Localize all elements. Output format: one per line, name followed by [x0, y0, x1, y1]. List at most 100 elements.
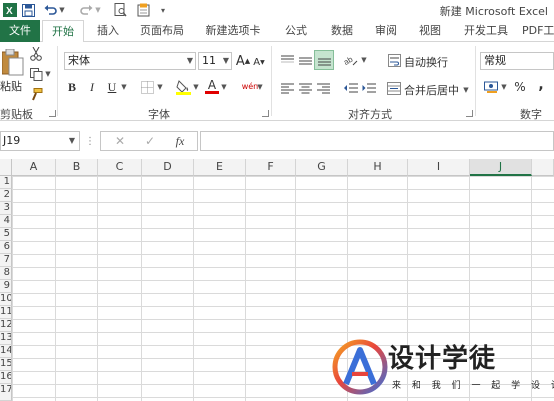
- align-top-icon[interactable]: [278, 52, 296, 68]
- font-name-combo[interactable]: 宋体 ▼: [64, 52, 196, 70]
- row-header-11[interactable]: 11: [0, 306, 12, 319]
- wrap-text-icon[interactable]: [386, 52, 402, 68]
- column-header-i[interactable]: I: [408, 159, 470, 176]
- customize-icon[interactable]: ▾: [158, 2, 168, 18]
- row-header-6[interactable]: 6: [0, 241, 12, 254]
- column-header-k[interactable]: [532, 159, 554, 176]
- name-box[interactable]: J19 ▼: [0, 131, 80, 151]
- copy-icon[interactable]: [28, 66, 44, 82]
- font-color-dropdown-icon[interactable]: ▼: [220, 80, 228, 94]
- row-header-3[interactable]: 3: [0, 202, 12, 215]
- alignment-launcher-icon[interactable]: [466, 110, 473, 117]
- formula-input[interactable]: [200, 131, 554, 151]
- tab-insert[interactable]: 插入: [88, 20, 128, 42]
- fill-color-icon[interactable]: [174, 78, 192, 96]
- row-header-7[interactable]: 7: [0, 254, 12, 267]
- insert-function-icon[interactable]: fx: [171, 133, 189, 149]
- column-header-g[interactable]: G: [296, 159, 348, 176]
- row-header-13[interactable]: 13: [0, 332, 12, 345]
- align-middle-icon[interactable]: [296, 52, 314, 68]
- save-icon[interactable]: [20, 2, 36, 18]
- row-header-12[interactable]: 12: [0, 319, 12, 332]
- row-header-16[interactable]: 16: [0, 371, 12, 384]
- shrink-font-button[interactable]: A ▼: [252, 54, 266, 70]
- row-header-2[interactable]: 2: [0, 189, 12, 202]
- borders-icon[interactable]: [138, 79, 156, 95]
- redo-icon[interactable]: [78, 2, 94, 18]
- underline-dropdown-icon[interactable]: ▼: [120, 80, 128, 94]
- tab-review[interactable]: 审阅: [366, 20, 406, 42]
- italic-button[interactable]: I: [84, 78, 100, 96]
- phonetic-dropdown-icon[interactable]: ▼: [256, 80, 264, 94]
- comma-style-button[interactable]: ,: [534, 76, 548, 94]
- enter-icon[interactable]: ✓: [141, 133, 159, 149]
- tab-data[interactable]: 数据: [322, 20, 362, 42]
- align-left-icon[interactable]: [278, 80, 296, 96]
- font-name-value: 宋体: [68, 54, 90, 67]
- row-header-5[interactable]: 5: [0, 228, 12, 241]
- column-header-d[interactable]: D: [142, 159, 194, 176]
- column-header-f[interactable]: F: [246, 159, 296, 176]
- number-format-combo[interactable]: 常规: [480, 52, 554, 70]
- percent-button[interactable]: %: [512, 78, 528, 96]
- wrap-text-button[interactable]: 自动换行: [404, 54, 448, 70]
- merge-center-button[interactable]: 合并后居中: [404, 82, 459, 98]
- tab-developer[interactable]: 开发工具: [458, 20, 514, 42]
- align-right-icon[interactable]: [314, 80, 332, 96]
- column-header-e[interactable]: E: [194, 159, 246, 176]
- font-color-button[interactable]: A: [204, 77, 220, 95]
- undo-dropdown-icon[interactable]: ▼: [58, 2, 66, 18]
- bold-button[interactable]: B: [64, 78, 80, 96]
- align-bottom-icon[interactable]: [314, 50, 334, 70]
- format-painter-icon[interactable]: [28, 86, 44, 102]
- tab-page-layout[interactable]: 页面布局: [134, 20, 190, 42]
- column-header-b[interactable]: B: [56, 159, 98, 176]
- borders-dropdown-icon[interactable]: ▼: [156, 80, 164, 94]
- tab-new-tab[interactable]: 新建选项卡: [198, 20, 268, 42]
- paste-icon[interactable]: [0, 48, 26, 78]
- tab-home[interactable]: 开始: [42, 20, 84, 43]
- cancel-icon[interactable]: ✕: [111, 133, 129, 149]
- grid-line: [97, 176, 98, 401]
- accounting-format-icon[interactable]: [482, 78, 500, 96]
- clipboard-launcher-icon[interactable]: [49, 110, 56, 117]
- merge-center-icon[interactable]: [386, 80, 402, 96]
- column-header-h[interactable]: H: [348, 159, 408, 176]
- increase-indent-icon[interactable]: [360, 80, 378, 96]
- column-header-j[interactable]: J: [470, 159, 532, 176]
- grow-font-button[interactable]: A ▲: [236, 52, 250, 70]
- copy-dropdown-icon[interactable]: ▼: [44, 68, 52, 80]
- font-size-combo[interactable]: 11 ▼: [198, 52, 232, 70]
- align-center-icon[interactable]: [296, 80, 314, 96]
- row-header-9[interactable]: 9: [0, 280, 12, 293]
- redo-dropdown-icon[interactable]: ▼: [94, 2, 102, 18]
- undo-icon[interactable]: [42, 2, 58, 18]
- select-all-corner[interactable]: [0, 159, 12, 176]
- formula-bar-grip-icon[interactable]: ⋮: [85, 133, 95, 149]
- paste-button-label[interactable]: 粘贴: [0, 78, 22, 94]
- row-header-10[interactable]: 10: [0, 293, 12, 306]
- column-header-c[interactable]: C: [98, 159, 142, 176]
- tab-file[interactable]: 文件: [0, 20, 40, 42]
- row-header-17[interactable]: 17: [0, 384, 12, 401]
- underline-button[interactable]: U: [104, 78, 120, 96]
- font-launcher-icon[interactable]: [262, 110, 269, 117]
- decrease-indent-icon[interactable]: [342, 80, 360, 96]
- column-header-a[interactable]: A: [12, 159, 56, 176]
- fill-color-dropdown-icon[interactable]: ▼: [192, 80, 200, 94]
- row-header-14[interactable]: 14: [0, 345, 12, 358]
- tab-pdf[interactable]: PDF工: [522, 20, 554, 42]
- row-header-4[interactable]: 4: [0, 215, 12, 228]
- orientation-dropdown-icon[interactable]: ▼: [360, 54, 368, 66]
- row-header-15[interactable]: 15: [0, 358, 12, 371]
- print-preview-icon[interactable]: [112, 2, 128, 18]
- orientation-icon[interactable]: ab: [342, 51, 360, 69]
- merge-dropdown-icon[interactable]: ▼: [462, 84, 470, 96]
- cut-icon[interactable]: [28, 46, 44, 62]
- row-header-8[interactable]: 8: [0, 267, 12, 280]
- tab-view[interactable]: 视图: [410, 20, 450, 42]
- new-icon[interactable]: [136, 2, 152, 18]
- row-header-1[interactable]: 1: [0, 176, 12, 189]
- tab-formulas[interactable]: 公式: [276, 20, 316, 42]
- accounting-dropdown-icon[interactable]: ▼: [500, 81, 508, 93]
